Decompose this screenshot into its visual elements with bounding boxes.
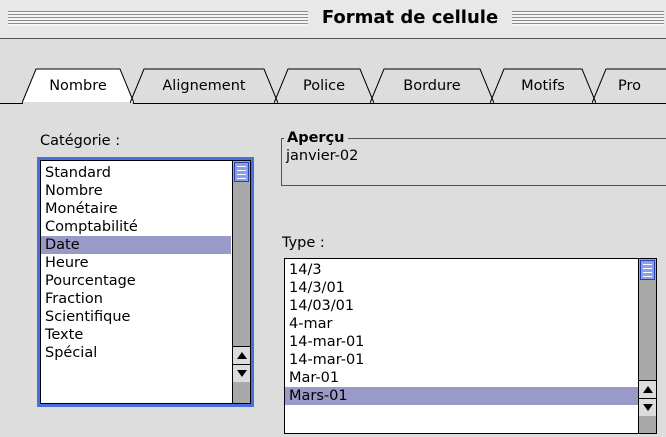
category-item[interactable]: Spécial <box>45 344 97 362</box>
type-item[interactable]: 14-mar-01 <box>289 333 364 351</box>
category-item[interactable]: Heure <box>45 254 89 272</box>
tab-label: Pro <box>618 78 642 94</box>
scroll-down-icon <box>642 404 653 411</box>
tab-nombre[interactable]: Nombre <box>22 68 134 104</box>
type-item[interactable]: 14-mar-01 <box>289 351 364 369</box>
scroll-up-button[interactable] <box>639 380 656 398</box>
category-item[interactable]: Texte <box>45 326 83 344</box>
type-item[interactable]: Mar-01 <box>289 369 339 387</box>
scroll-thumb[interactable] <box>234 162 249 182</box>
tab-alignement[interactable]: Alignement <box>130 68 278 104</box>
category-label: Catégorie : <box>40 133 121 149</box>
title-bar[interactable]: Format de cellule <box>0 0 666 39</box>
type-label: Type : <box>282 235 325 251</box>
category-scrollbar[interactable] <box>232 161 250 403</box>
type-item[interactable]: 14/3 <box>289 261 322 279</box>
tab-label: Alignement <box>162 78 246 94</box>
tab-motifs[interactable]: Motifs <box>490 68 596 104</box>
category-item-selected[interactable]: Date <box>41 236 231 254</box>
scroll-down-icon <box>236 370 247 377</box>
type-item[interactable]: 4-mar <box>289 315 332 333</box>
scroll-down-button[interactable] <box>639 398 656 416</box>
tab-label: Police <box>302 78 346 94</box>
tab-label: Motifs <box>521 78 565 94</box>
type-scrollbar[interactable] <box>638 259 656 433</box>
category-item[interactable]: Nombre <box>45 182 103 200</box>
tab-strip: Nombre Alignement Police Bordure Motifs … <box>0 38 666 106</box>
tab-label: Bordure <box>403 78 461 94</box>
preview-label: Aperçu <box>284 130 348 146</box>
title-bar-stripes-left <box>8 11 308 26</box>
tab-protection[interactable]: Pro <box>592 68 666 104</box>
category-item[interactable]: Standard <box>45 164 111 182</box>
type-listbox[interactable]: 14/3 14/3/01 14/03/01 4-mar 14-mar-01 14… <box>284 258 657 434</box>
category-item[interactable]: Pourcentage <box>45 272 136 290</box>
type-item-selected[interactable]: Mars-01 <box>285 387 639 405</box>
tab-bordure[interactable]: Bordure <box>370 68 494 104</box>
tab-label: Nombre <box>49 78 107 94</box>
title-bar-stripes-right <box>512 11 664 26</box>
tab-police[interactable]: Police <box>274 68 374 104</box>
scroll-up-button[interactable] <box>233 346 250 364</box>
preview-value: janvier-02 <box>286 148 359 164</box>
category-listbox[interactable]: Standard Nombre Monétaire Comptabilité D… <box>37 157 254 407</box>
category-item[interactable]: Comptabilité <box>45 218 138 236</box>
scroll-down-button[interactable] <box>233 364 250 382</box>
scroll-up-icon <box>642 386 653 393</box>
category-item[interactable]: Monétaire <box>45 200 118 218</box>
category-item[interactable]: Scientifique <box>45 308 130 326</box>
type-item[interactable]: 14/3/01 <box>289 279 345 297</box>
type-item[interactable]: 14/03/01 <box>289 297 354 315</box>
nombre-panel: Catégorie : Standard Nombre Monétaire Co… <box>0 104 666 437</box>
scroll-thumb[interactable] <box>640 260 655 280</box>
category-item[interactable]: Fraction <box>45 290 103 308</box>
window-title: Format de cellule <box>308 7 512 29</box>
scroll-up-icon <box>236 352 247 359</box>
